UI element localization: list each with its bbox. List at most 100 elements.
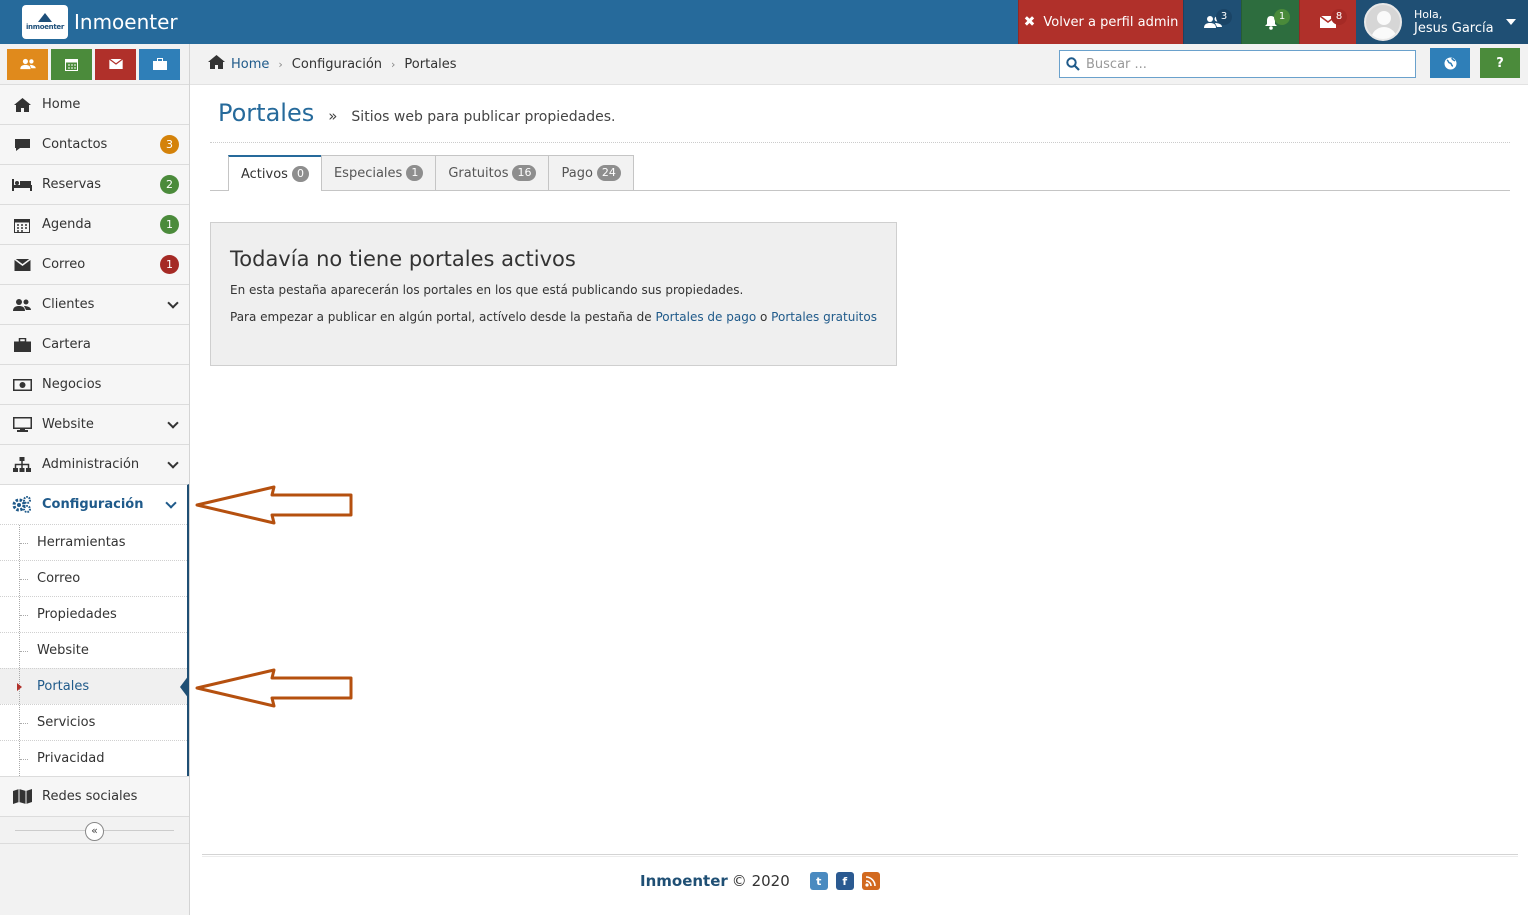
sidebar-item-website[interactable]: Website [0, 404, 189, 444]
sidebar-shortcuts [0, 44, 189, 84]
gears-icon [12, 496, 32, 513]
tab-gratuitos[interactable]: Gratuitos 16 [435, 155, 550, 190]
instructions-prefix: Para empezar a publicar en algún portal,… [230, 310, 652, 324]
envelope-icon [12, 257, 32, 273]
sidebar-item-label: Contactos [42, 137, 108, 152]
sidebar-item-contactos[interactable]: Contactos 3 [0, 124, 189, 164]
title-separator: » [328, 107, 338, 125]
money-icon [12, 377, 32, 393]
messages-button[interactable]: 8 [1299, 0, 1356, 44]
tab-label: Pago [561, 165, 593, 181]
sidebar-badge: 1 [160, 215, 179, 234]
page-subtitle: Sitios web para publicar propiedades. [351, 109, 616, 125]
sidebar-item-redes-sociales[interactable]: Redes sociales [0, 776, 189, 816]
shortcut-briefcase-button[interactable] [139, 48, 180, 80]
page-title: Portales [218, 99, 315, 127]
configuracion-submenu: Herramientas Correo Propiedades Website … [0, 524, 189, 776]
footer-copyright: © 2020 [731, 872, 790, 890]
sidebar: Home Contactos 3 Reservas 2 Agenda 1 Cor… [0, 44, 190, 915]
sidebar-item-label: Negocios [42, 377, 102, 392]
empty-state-title: Todavía no tiene portales activos [230, 247, 576, 271]
chevron-down-icon [167, 297, 179, 309]
sidebar-item-home[interactable]: Home [0, 84, 189, 124]
brand-logo: inmoenter [22, 5, 68, 39]
breadcrumb-separator: › [278, 57, 283, 71]
submenu-item-portales[interactable]: Portales [0, 668, 189, 704]
sidebar-badge: 1 [160, 255, 179, 274]
user-menu[interactable]: Hola, Jesus García [1356, 0, 1528, 44]
portales-gratuitos-link[interactable]: Portales gratuitos [771, 310, 877, 324]
twitter-icon[interactable]: t [809, 872, 828, 890]
portales-de-pago-link[interactable]: Portales de pago [656, 310, 757, 324]
envelope-icon [108, 59, 123, 69]
tab-especiales[interactable]: Especiales 1 [320, 155, 437, 190]
footer-brand: Inmoenter [640, 872, 728, 890]
sitemap-icon [12, 457, 32, 473]
instructions-or: o [760, 310, 768, 324]
sidebar-item-agenda[interactable]: Agenda 1 [0, 204, 189, 244]
map-icon [12, 789, 32, 805]
sidebar-item-label: Website [42, 417, 94, 432]
home-icon [208, 55, 225, 73]
submenu-item-herramientas[interactable]: Herramientas [0, 524, 187, 560]
submenu-item-label: Privacidad [37, 751, 105, 766]
tab-label: Activos [241, 166, 288, 182]
page-header: Portales » Sitios web para publicar prop… [218, 99, 615, 127]
submenu-item-privacidad[interactable]: Privacidad [0, 740, 187, 776]
tab-count-badge: 0 [291, 166, 309, 182]
help-button[interactable]: ? [1480, 48, 1520, 78]
users-button[interactable]: 3 [1183, 0, 1241, 44]
empty-state-instructions: Para empezar a publicar en algún portal,… [230, 310, 877, 324]
home-icon [12, 97, 32, 113]
breadcrumb-home[interactable]: Home [231, 57, 269, 72]
sidebar-item-label: Administración [42, 457, 140, 472]
top-navbar: inmoenter Inmoenter ✖ Volver a perfil ad… [0, 0, 1528, 44]
shortcut-calendar-button[interactable] [51, 48, 92, 80]
breadcrumb-section[interactable]: Configuración [292, 57, 382, 72]
language-button[interactable] [1430, 48, 1470, 78]
rss-icon[interactable] [861, 872, 880, 890]
notifications-button[interactable]: 1 [1241, 0, 1299, 44]
submenu-item-correo[interactable]: Correo [0, 560, 187, 596]
submenu-item-label: Website [37, 643, 89, 658]
question-icon: ? [1496, 55, 1504, 71]
search-input[interactable] [1086, 56, 1406, 72]
portal-tabs: Activos 0 Especiales 1 Gratuitos 16 Pago… [210, 155, 1510, 191]
tab-count-badge: 1 [406, 165, 424, 181]
back-to-admin-button[interactable]: ✖ Volver a perfil admin [1018, 0, 1183, 44]
submenu-item-label: Correo [37, 571, 81, 586]
tab-label: Gratuitos [448, 165, 509, 181]
tab-pago[interactable]: Pago 24 [548, 155, 634, 190]
chevron-down-icon [167, 457, 179, 469]
sidebar-item-administracion[interactable]: Administración [0, 444, 189, 484]
sidebar-item-configuracion[interactable]: Configuración [0, 484, 189, 524]
submenu-item-website[interactable]: Website [0, 632, 187, 668]
chevron-down-icon [1505, 19, 1516, 25]
sidebar-item-negocios[interactable]: Negocios [0, 364, 189, 404]
shortcut-users-button[interactable] [7, 48, 48, 80]
shortcut-mail-button[interactable] [95, 48, 136, 80]
brand-logo-text: inmoenter [25, 23, 65, 31]
close-icon: ✖ [1023, 14, 1036, 30]
submenu-item-servicios[interactable]: Servicios [0, 704, 187, 740]
sidebar-item-clientes[interactable]: Clientes [0, 284, 189, 324]
users-icon [12, 297, 32, 313]
globe-icon [1444, 57, 1456, 69]
sidebar-item-label: Reservas [42, 177, 101, 192]
tab-activos[interactable]: Activos 0 [228, 155, 322, 191]
submenu-item-propiedades[interactable]: Propiedades [0, 596, 187, 632]
facebook-icon[interactable]: f [835, 872, 854, 890]
sidebar-item-reservas[interactable]: Reservas 2 [0, 164, 189, 204]
greeting: Hola, [1414, 8, 1443, 21]
sidebar-item-label: Clientes [42, 297, 95, 312]
divider [210, 142, 1510, 143]
avatar [1364, 3, 1402, 41]
main-content: Portales » Sitios web para publicar prop… [190, 85, 1528, 915]
brand[interactable]: inmoenter Inmoenter [0, 0, 178, 44]
bed-icon [12, 177, 32, 193]
search-icon [1066, 57, 1080, 71]
sidebar-item-correo[interactable]: Correo 1 [0, 244, 189, 284]
user-name: Jesus García [1414, 21, 1494, 36]
collapse-sidebar-icon[interactable]: « [85, 822, 104, 841]
sidebar-item-cartera[interactable]: Cartera [0, 324, 189, 364]
